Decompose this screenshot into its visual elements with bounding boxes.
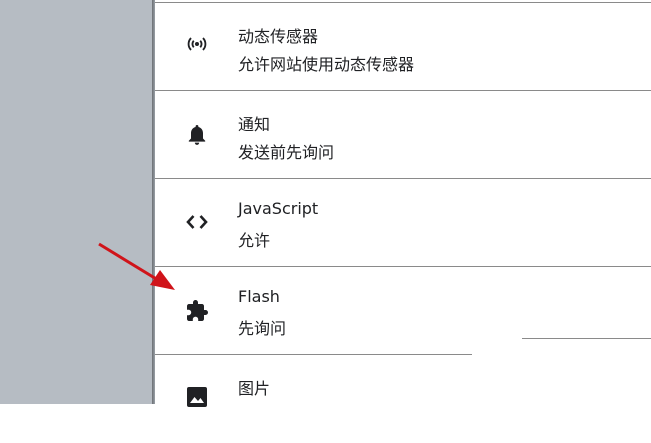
setting-row-images[interactable]: 图片 — [155, 355, 651, 443]
setting-row-flash[interactable]: Flash 先询问 — [155, 267, 651, 355]
image-icon — [185, 385, 209, 409]
code-icon — [185, 210, 209, 234]
setting-title: 动态传感器 — [238, 27, 319, 46]
settings-list: 动态传感器 允许网站使用动态传感器 通知 发送前先询问 JavaScript 允… — [155, 0, 651, 407]
setting-row-notifications[interactable]: 通知 发送前先询问 — [155, 91, 651, 179]
setting-subtitle: 允许网站使用动态传感器 — [238, 55, 415, 74]
sensors-icon — [185, 32, 209, 56]
side-panel — [0, 0, 152, 404]
puzzle-icon — [185, 299, 209, 323]
setting-subtitle: 发送前先询问 — [238, 143, 335, 162]
setting-subtitle: 先询问 — [238, 319, 287, 338]
setting-title: Flash — [238, 287, 280, 306]
setting-row-motion-sensors[interactable]: 动态传感器 允许网站使用动态传感器 — [155, 3, 651, 91]
divider — [522, 338, 651, 339]
setting-title: JavaScript — [238, 199, 319, 218]
setting-subtitle: 允许 — [238, 231, 271, 250]
setting-title: 通知 — [238, 115, 271, 134]
setting-row-javascript[interactable]: JavaScript 允许 — [155, 179, 651, 267]
setting-title: 图片 — [238, 379, 271, 398]
bell-icon — [185, 123, 209, 147]
